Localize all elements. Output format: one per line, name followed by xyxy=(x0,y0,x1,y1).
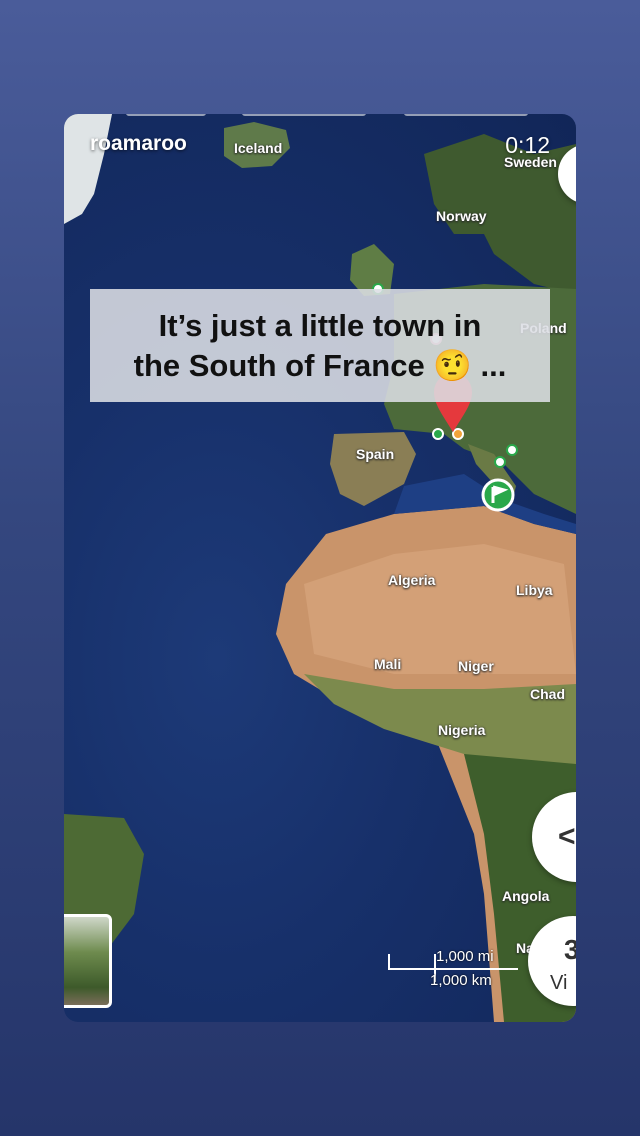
scale-km: 1,000 km xyxy=(430,972,492,989)
flag-marker-icon xyxy=(481,478,515,512)
map-label-libya: Libya xyxy=(516,582,553,598)
map-label-algeria: Algeria xyxy=(388,572,436,588)
caption-line-1: It’s just a little town in xyxy=(158,307,482,343)
3d-view-label-top: 3 xyxy=(564,934,576,965)
map-label-niger: Niger xyxy=(458,658,494,674)
story-card[interactable]: roamaroo 0:12 Iceland Sweden Norway Pola… xyxy=(64,114,576,1022)
map-label-sweden: Sweden xyxy=(504,154,557,170)
map-label-iceland: Iceland xyxy=(234,140,283,156)
map-label-spain: Spain xyxy=(356,446,395,462)
route-point-italy-2 xyxy=(494,456,506,468)
location-photo-thumbnail[interactable] xyxy=(64,914,112,1008)
story-username[interactable]: roamaroo xyxy=(90,132,187,156)
greenland-landmass xyxy=(64,114,112,224)
route-point-france-2 xyxy=(452,428,464,440)
3d-view-label-bottom: Vi xyxy=(550,972,568,994)
map-scale-bar: 1,000 mi 1,000 km xyxy=(386,944,526,994)
map-label-angola: Angola xyxy=(502,888,550,904)
story-progress-bar xyxy=(64,114,576,120)
map-label-nigeria: Nigeria xyxy=(438,722,486,738)
story-caption: It’s just a little town in the South of … xyxy=(90,289,550,402)
map-label-mali: Mali xyxy=(374,656,402,672)
caption-line-2: the South of France 🤨 ... xyxy=(133,347,507,383)
route-point-france-1 xyxy=(432,428,444,440)
map-label-chad: Chad xyxy=(530,686,565,702)
satellite-map[interactable] xyxy=(64,114,576,1022)
map-label-norway: Norway xyxy=(436,208,487,224)
scale-miles: 1,000 mi xyxy=(436,948,494,965)
share-icon: < xyxy=(558,820,576,853)
route-point-italy-1 xyxy=(506,444,518,456)
